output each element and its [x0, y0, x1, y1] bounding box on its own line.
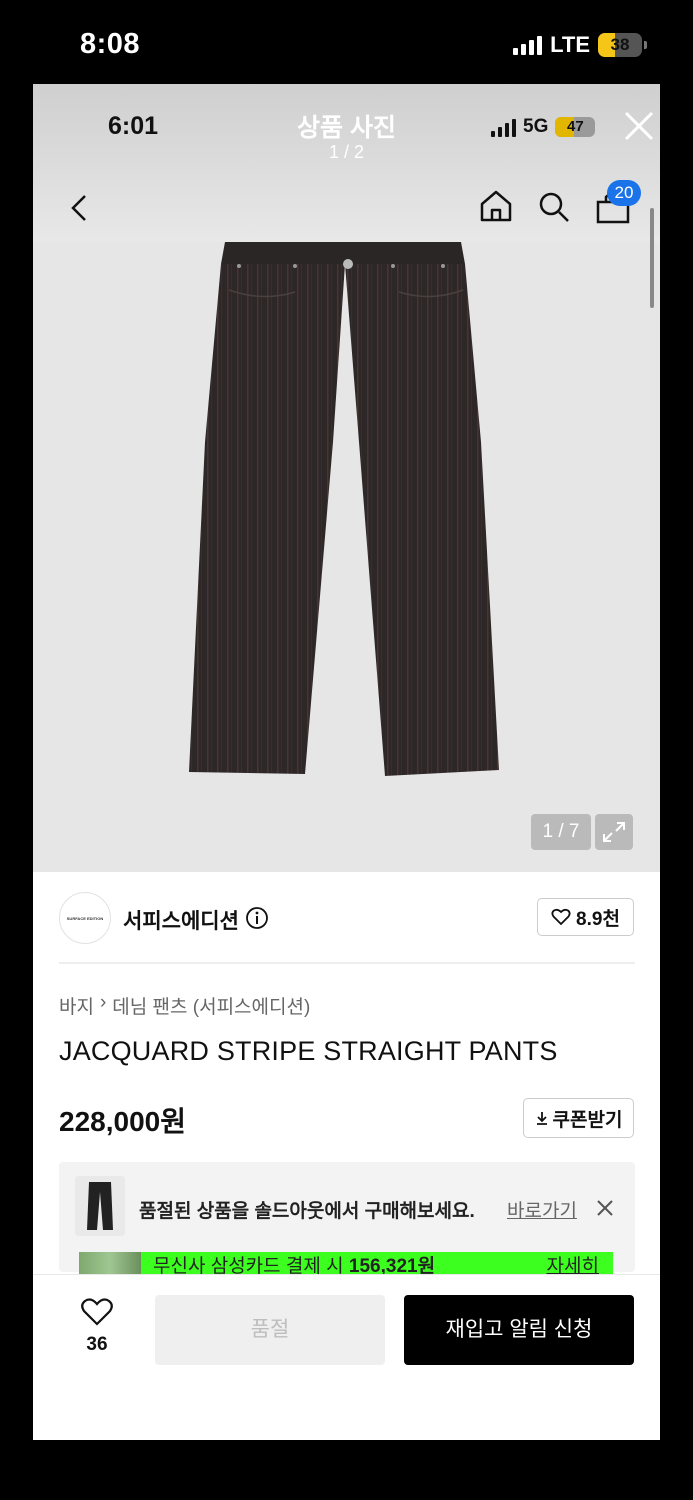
- product-image[interactable]: [33, 242, 660, 872]
- soldout-button[interactable]: 품절: [155, 1295, 385, 1365]
- network-label: 5G: [523, 116, 549, 137]
- home-icon[interactable]: [477, 186, 515, 226]
- product-nav-bar: 20: [33, 180, 660, 242]
- signal-icon: [491, 117, 516, 137]
- chevron-left-icon[interactable]: [63, 188, 97, 228]
- inner-status-icons: 5G 47: [491, 116, 596, 138]
- outer-clock: 8:08: [80, 28, 141, 60]
- brand-logo-text: SURFACE EDITION: [66, 915, 104, 921]
- brand-like-button[interactable]: 8.9천: [537, 898, 634, 936]
- close-icon[interactable]: [621, 108, 657, 144]
- product-title: JACQUARD STRIPE STRAIGHT PANTS: [59, 1036, 558, 1066]
- soldout-go-link[interactable]: 바로가기: [507, 1196, 577, 1223]
- restock-alert-button[interactable]: 재입고 알림 신청: [404, 1295, 634, 1365]
- soldout-thumbnail: [75, 1176, 125, 1236]
- battery-icon: 47: [555, 117, 596, 137]
- product-screen: 1 / 7 6:01 상품 사진 1 / 2 5G 47 20 SURFACE …: [33, 84, 660, 1440]
- cart-count-badge: 20: [607, 180, 641, 206]
- search-icon[interactable]: [535, 186, 573, 226]
- expand-icon[interactable]: [595, 814, 633, 850]
- wishlist-count: 36: [86, 1334, 108, 1355]
- card-banner-details-link[interactable]: 자세히: [547, 1252, 599, 1277]
- close-icon[interactable]: [595, 1198, 615, 1218]
- outer-status-bar: 8:08 LTE 38: [0, 0, 693, 84]
- soldout-message: 품절된 상품을 솔드아웃에서 구매해보세요.: [139, 1201, 475, 1222]
- card-banner-image: [79, 1252, 141, 1276]
- chevron-right-icon: ›: [99, 992, 107, 1013]
- breadcrumb: 바지 › 데님 팬츠 (서피스에디션): [59, 992, 310, 1019]
- brand-name[interactable]: 서피스에디션: [123, 905, 239, 935]
- battery-level: 38: [610, 35, 630, 54]
- viewer-page-count: 1 / 2: [328, 142, 365, 162]
- download-icon: [536, 1112, 547, 1125]
- brand-logo[interactable]: SURFACE EDITION: [59, 892, 111, 944]
- network-label: LTE: [550, 32, 590, 57]
- heart-icon: [551, 908, 571, 926]
- breadcrumb-item-pants[interactable]: 바지: [59, 992, 94, 1019]
- product-price: 228,000원: [59, 1106, 186, 1137]
- pants-image: [189, 242, 499, 776]
- divider: [59, 962, 635, 964]
- heart-icon: [81, 1298, 113, 1326]
- coupon-button[interactable]: 쿠폰받기: [523, 1098, 634, 1138]
- card-banner-text: 무신사 삼성카드 결제 시 156,321원: [153, 1255, 436, 1277]
- signal-icon: [513, 35, 543, 55]
- gallery-overlay: 6:01 상품 사진 1 / 2 5G 47 20: [33, 84, 660, 242]
- wishlist-button[interactable]: 36: [77, 1297, 117, 1361]
- card-promo-banner[interactable]: 무신사 삼성카드 결제 시 156,321원 자세히: [79, 1252, 613, 1276]
- image-counter: 1 / 7: [531, 814, 591, 850]
- breadcrumb-item-denim[interactable]: 데님 팬츠 (서피스에디션): [112, 992, 310, 1019]
- brand-like-count: 8.9천: [576, 908, 620, 930]
- battery-level: 47: [567, 118, 584, 135]
- outer-status-icons: LTE 38: [513, 32, 647, 58]
- bottom-action-bar: 36 품절 재입고 알림 신청: [33, 1274, 660, 1440]
- info-icon[interactable]: [245, 906, 269, 930]
- coupon-label: 쿠폰받기: [552, 1109, 623, 1131]
- scrollbar[interactable]: [650, 208, 654, 308]
- battery-icon: 38: [598, 33, 642, 57]
- card-banner-amount: 156,321원: [348, 1255, 436, 1277]
